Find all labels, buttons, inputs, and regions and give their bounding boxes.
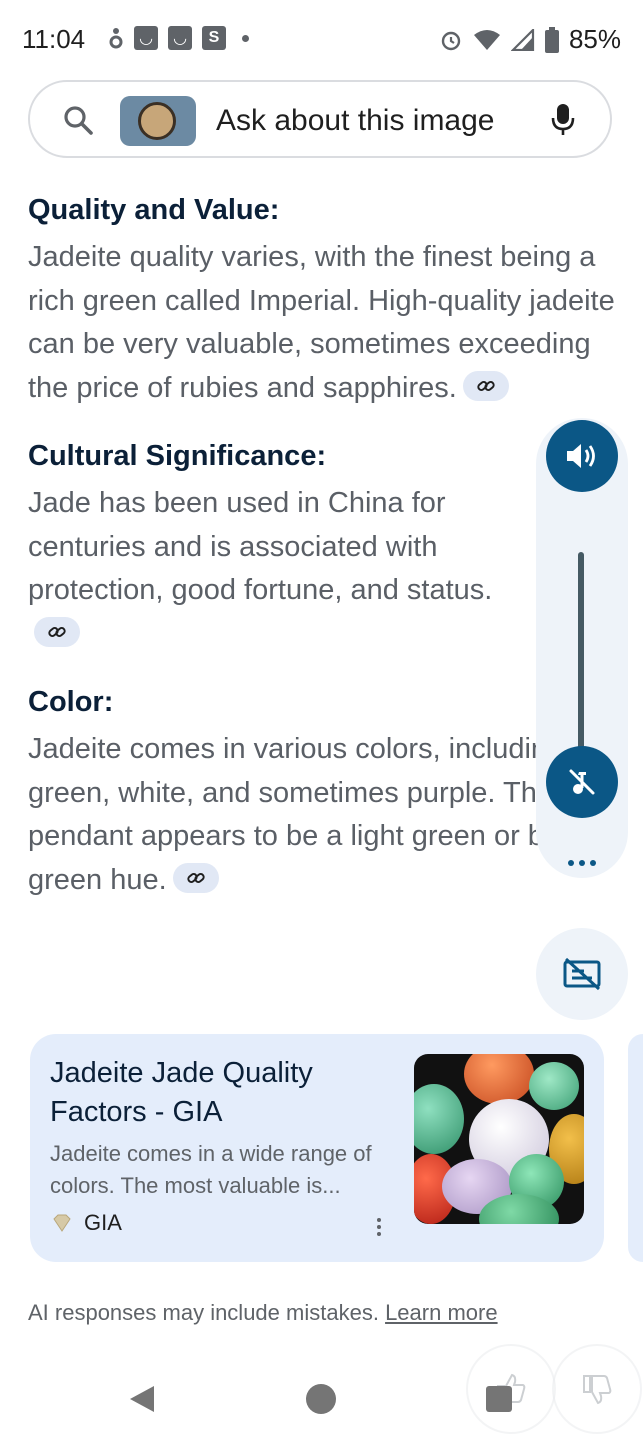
section-heading: Color: [28, 686, 114, 718]
status-bar: 11:04 ◡ ◡ S 85% [0, 0, 643, 80]
citation-link-chip[interactable] [462, 370, 509, 401]
alarm-icon [441, 31, 461, 50]
source-name: GIA [84, 1210, 122, 1235]
link-icon [48, 626, 66, 637]
speaker-button[interactable] [546, 420, 618, 492]
citation-link-chip[interactable] [34, 616, 80, 647]
battery-percent: 85% [568, 24, 621, 54]
search-icon[interactable] [62, 104, 94, 136]
captions-button[interactable] [536, 928, 628, 1020]
link-icon [477, 380, 495, 391]
next-source-card[interactable] [628, 1034, 643, 1262]
home-button[interactable] [306, 1384, 336, 1414]
signal-icon [510, 28, 535, 51]
source-attribution: GIA [50, 1210, 122, 1236]
section-body: Jadeite comes in various colors, includi… [28, 733, 593, 896]
mute-icon [569, 769, 595, 795]
source-card[interactable]: Jadeite Jade Quality Factors - GIA Jadei… [30, 1034, 604, 1262]
battery-icon [544, 26, 559, 53]
shopping-bag-icon: ◡ [134, 26, 158, 50]
wifi-icon [473, 29, 500, 50]
section-heading: Quality and Value: [28, 194, 280, 226]
shopping-bag-icon: ◡ [168, 26, 192, 50]
learn-more-link[interactable]: Learn more [385, 1300, 498, 1325]
notification-dot [242, 34, 249, 42]
more-icon[interactable] [562, 848, 602, 878]
system-icons: 85% [439, 24, 621, 55]
back-icon[interactable] [128, 1384, 156, 1414]
answer-section: Quality and Value: Jadeite quality varie… [28, 190, 618, 410]
system-nav-bar [0, 1360, 643, 1440]
source-card-title[interactable]: Jadeite Jade Quality Factors - GIA [50, 1054, 380, 1132]
card-menu-icon[interactable] [374, 1216, 384, 1240]
source-card-image[interactable] [414, 1054, 584, 1224]
query-image-thumbnail[interactable] [120, 96, 196, 146]
mute-button[interactable] [546, 746, 618, 818]
section-heading: Cultural Significance: [28, 440, 327, 472]
status-time: 11:04 [22, 24, 86, 54]
answer-section: Color: Jadeite comes in various colors, … [28, 682, 618, 902]
accessibility-icon [109, 28, 123, 49]
citation-link-chip[interactable] [172, 862, 219, 893]
section-body: Jadeite quality varies, with the finest … [28, 241, 615, 404]
section-body: Jade has been used in China for centurie… [28, 482, 498, 656]
gia-logo-icon [53, 1214, 71, 1232]
captions-off-icon [563, 957, 601, 991]
volume-slider[interactable] [578, 552, 584, 752]
ai-answer: Quality and Value: Jadeite quality varie… [28, 190, 618, 928]
source-card-snippet: Jadeite comes in a wide range of colors.… [50, 1141, 372, 1198]
s-app-icon: S [202, 26, 226, 50]
ai-disclaimer: AI responses may include mistakes. Learn… [28, 1300, 498, 1325]
link-icon [187, 872, 205, 883]
speaker-icon [567, 444, 595, 468]
answer-section: Cultural Significance: Jade has been use… [28, 436, 618, 656]
mic-icon[interactable] [550, 102, 576, 138]
notification-icons: ◡ ◡ S [108, 26, 249, 50]
recents-button[interactable] [486, 1386, 512, 1412]
search-bar[interactable]: Ask about this image [28, 80, 612, 158]
search-input[interactable]: Ask about this image [216, 104, 494, 138]
